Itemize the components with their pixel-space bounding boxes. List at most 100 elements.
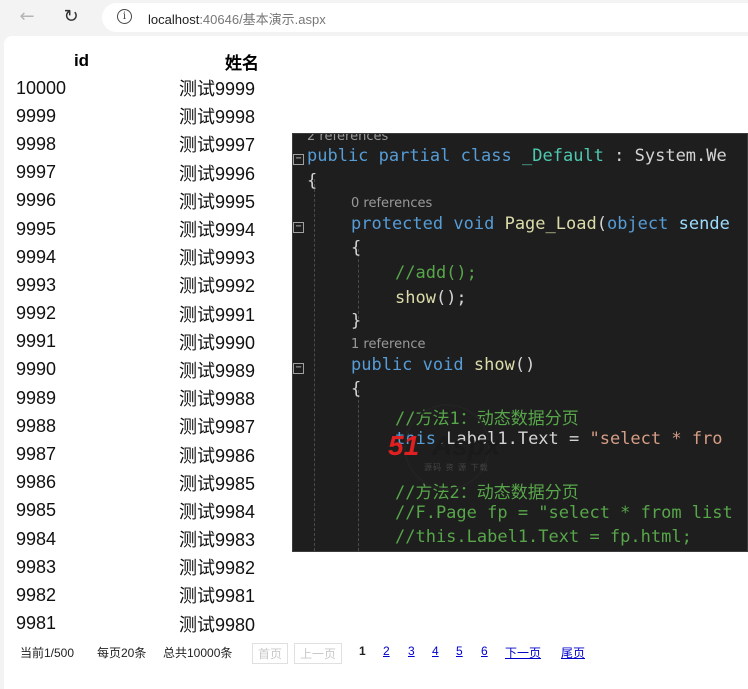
indent-guide (358, 390, 359, 551)
code-token: sende (678, 214, 730, 234)
cell-id: 9999 (16, 105, 57, 126)
url-path: :40646/基本演示.aspx (199, 12, 326, 27)
code-token: show (395, 288, 436, 308)
pager-page-6[interactable]: 6 (481, 644, 488, 658)
cell-id: 9991 (16, 331, 57, 352)
table-row: 9983 测试9982 (14, 553, 259, 581)
cell-id: 9992 (16, 303, 57, 324)
pager-last-button[interactable]: 尾页 (561, 644, 585, 661)
code-token: Page_Load (504, 214, 597, 234)
table-row: 9984 测试9983 (14, 525, 259, 553)
cell-name: 测试9991 (178, 304, 255, 325)
code-line: { (307, 171, 318, 191)
table-row: 9997 测试9996 (14, 159, 259, 187)
code-line-page-load: protected void Page_Load(object sende (351, 214, 730, 234)
cell-id: 9984 (16, 528, 57, 549)
cell-name: 测试9996 (178, 163, 255, 184)
watermark-subtitle: 源码 资 源 下载 (424, 463, 489, 472)
collapse-icon[interactable]: − (293, 154, 304, 165)
cell-id: 9989 (16, 387, 57, 408)
cell-name: 测试9988 (178, 389, 255, 410)
cell-id: 9996 (16, 190, 57, 211)
reload-icon[interactable]: ↻ (60, 6, 82, 28)
table-row: 9991 测试9990 (14, 328, 259, 356)
code-token: show (473, 355, 515, 375)
table-row: 9988 测试9987 (14, 412, 259, 440)
code-token: ( (596, 214, 607, 234)
cell-id: 9994 (16, 246, 57, 267)
cell-name: 测试9992 (178, 276, 255, 297)
cell-id: 9987 (16, 444, 57, 465)
cell-id: 9990 (16, 359, 57, 380)
pager-first-button[interactable]: 首页 (252, 643, 289, 664)
arrow-left-icon[interactable]: ← (16, 6, 38, 28)
table-row: 9985 测试9984 (14, 497, 259, 525)
collapse-icon[interactable]: − (293, 363, 304, 374)
cell-name: 测试9985 (178, 473, 255, 494)
pager-page-3[interactable]: 3 (408, 644, 415, 658)
code-token: : (603, 146, 635, 166)
code-token: public (307, 146, 369, 166)
pager-current: 当前1/500 (20, 646, 75, 660)
cell-id: 9985 (16, 500, 57, 521)
code-line-comment: //F.Page fp = "select * from list (395, 503, 733, 523)
column-header-name: 姓名 (225, 53, 259, 73)
cell-name: 测试9990 (178, 332, 255, 353)
cell-name: 测试9980 (178, 614, 255, 635)
pager-page-1[interactable]: 1 (359, 644, 366, 658)
pager-prev-button[interactable]: 上一页 (294, 643, 343, 664)
pager-page-5[interactable]: 5 (456, 644, 463, 658)
code-token: partial (378, 146, 451, 166)
table-row: 9994 测试9993 (14, 243, 259, 271)
code-line-comment: //this.Label1.Text = fp.html; (395, 527, 692, 547)
table-row: 9981 测试9980 (14, 610, 259, 638)
table-row: 9996 测试9995 (14, 187, 259, 215)
cell-name: 测试9998 (178, 107, 255, 128)
pager-total: 总共10000条 (163, 646, 233, 660)
cell-id: 9988 (16, 415, 57, 436)
codelens-references[interactable]: 1 reference (351, 337, 425, 352)
collapse-icon[interactable]: − (293, 222, 304, 233)
code-token: () (514, 355, 536, 375)
cell-name: 测试9997 (178, 135, 255, 156)
cell-name: 测试9982 (178, 558, 255, 579)
address-bar[interactable]: i localhost:40646/基本演示.aspx (102, 3, 748, 32)
code-token: class (460, 146, 512, 166)
code-token: _Default (522, 146, 604, 166)
cell-name: 测试9989 (178, 360, 255, 381)
table-row: 9986 测试9985 (14, 469, 259, 497)
cell-id: 9982 (16, 584, 57, 605)
column-header-id: id (73, 51, 90, 70)
table-row: 9999 测试9998 (14, 102, 259, 130)
cell-id: 10000 (16, 77, 67, 98)
cell-id: 9998 (16, 133, 57, 154)
table-row: 9990 测试9989 (14, 356, 259, 384)
cell-id: 9995 (16, 218, 57, 239)
url-host: localhost (148, 12, 200, 27)
cell-name: 测试9995 (178, 191, 255, 212)
pager-page-4[interactable]: 4 (432, 644, 439, 658)
cell-name: 测试9987 (178, 417, 255, 438)
cell-name: 测试9994 (178, 220, 255, 241)
url-text[interactable]: localhost:40646/基本演示.aspx (148, 9, 326, 28)
info-icon[interactable]: i (117, 9, 132, 24)
pager-per-page: 每页20条 (97, 646, 147, 660)
code-token: void (453, 214, 495, 234)
cell-name: 测试9984 (178, 501, 255, 522)
data-table: id 姓名 10000 测试9999 9999 测试9998 9998 测试9997 … (14, 48, 259, 638)
table-row: 9993 测试9992 (14, 271, 259, 299)
code-token: protected (351, 214, 444, 234)
codelens-references[interactable]: 2 references (307, 134, 388, 144)
pager-page-2[interactable]: 2 (383, 644, 390, 658)
codelens-references[interactable]: 0 references (351, 196, 432, 211)
code-line-show-def: public void show() (351, 355, 535, 375)
code-line: { (351, 238, 362, 258)
code-line: { (351, 379, 362, 399)
cell-id: 9983 (16, 556, 57, 577)
pager-next-button[interactable]: 下一页 (505, 644, 541, 661)
code-line-class: public partial class _Default : System.W… (307, 146, 727, 166)
table-row: 9998 测试9997 (14, 130, 259, 158)
cell-id: 9997 (16, 162, 57, 183)
table-row: 9989 测试9988 (14, 384, 259, 412)
cell-name: 测试9983 (178, 530, 255, 551)
